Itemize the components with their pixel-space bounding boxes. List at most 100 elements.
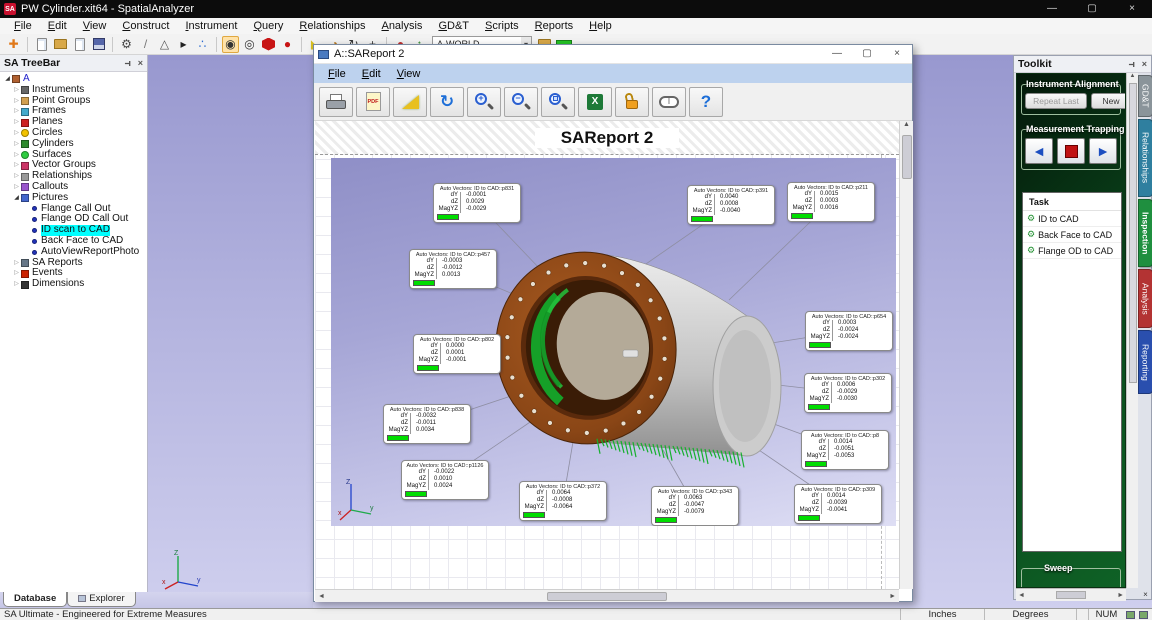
toolkit-tab-relationships[interactable]: Relationships [1138,119,1152,197]
wrench-icon[interactable]: / [137,36,154,53]
vector-callout-p343[interactable]: Auto Vectors: ID to CAD::p343dY0.0063dZ-… [651,486,739,526]
toolkit-horizontal-scrollbar[interactable]: ◄► [1016,588,1126,601]
report-maximize-button[interactable]: ▢ [852,45,882,63]
report-title-bar[interactable]: A::SAReport 2 — ▢ × [314,45,912,64]
tree-item-point-groups[interactable]: ▷Point Groups [0,96,147,107]
add-instrument-icon[interactable]: △ [156,36,173,53]
task-back-face-to-cad[interactable]: ⚙Back Face to CAD [1023,227,1121,243]
menu-item-analysis[interactable]: Analysis [373,18,430,34]
excel-export-button[interactable]: X [578,87,612,117]
task-id-to-cad[interactable]: ⚙ID to CAD [1023,211,1121,227]
lock-button[interactable] [615,87,649,117]
toolkit-tab-gd-t[interactable]: GD&T [1138,75,1152,117]
report-menu-item-file[interactable]: File [320,66,354,82]
tree-item-frames[interactable]: ▷Frames [0,106,147,117]
menu-item-reports[interactable]: Reports [527,18,582,34]
menu-item-view[interactable]: View [75,18,115,34]
tree-collapse-arrow[interactable]: ◢ [3,74,12,85]
report-menu-item-edit[interactable]: Edit [354,66,389,82]
scroll-thumb[interactable] [547,592,667,601]
trap-stop-button[interactable] [1057,138,1085,164]
tree-expand-arrow[interactable]: ▷ [12,258,21,269]
scroll-thumb[interactable] [1056,591,1086,599]
minimize-button[interactable]: — [1032,0,1072,18]
menu-item-instrument[interactable]: Instrument [177,18,245,34]
vector-callout-p372[interactable]: Auto Vectors: ID to CAD::p372dY0.0064dZ-… [519,481,607,521]
scroll-thumb[interactable] [1129,83,1137,383]
pin-icon[interactable]: ┳ [125,61,134,66]
zoom-region-button[interactable] [541,87,575,117]
menu-item-edit[interactable]: Edit [40,18,75,34]
save-icon[interactable] [90,36,107,53]
vector-callout-p391[interactable]: Auto Vectors: ID to CAD::p391dY0.0040dZ0… [687,185,775,225]
tree-expand-arrow[interactable]: ▷ [12,106,21,117]
tree-item-autoviewreportphoto[interactable]: AutoViewReportPhoto [0,247,147,258]
vector-callout-p302[interactable]: Auto Vectors: ID to CAD::p302dY0.0006dZ-… [804,373,892,413]
toolkit-vertical-scrollbar[interactable]: ▲ [1126,73,1138,588]
menu-item-scripts[interactable]: Scripts [477,18,527,34]
tree-item-pictures[interactable]: ◢Pictures [0,193,147,204]
view-wheel-icon[interactable]: ◉ [222,36,239,53]
tree-expand-arrow[interactable]: ▷ [12,160,21,171]
trap-next-button[interactable]: ► [1089,138,1117,164]
tree-collapse-arrow[interactable]: ◢ [12,193,21,204]
trap-previous-button[interactable]: ◄ [1025,138,1053,164]
red-sphere-icon[interactable]: ● [279,36,296,53]
menu-item-relationships[interactable]: Relationships [291,18,373,34]
toolkit-tab-analysis[interactable]: Analysis [1138,269,1152,328]
task-flange-od-to-cad[interactable]: ⚙Flange OD to CAD [1023,243,1121,259]
toolkit-tab-reporting[interactable]: Reporting [1138,330,1152,394]
red-hexagon-icon[interactable] [260,36,277,53]
tree-expand-arrow[interactable]: ▷ [12,139,21,150]
vector-callout-p309[interactable]: Auto Vectors: ID to CAD::p309dY0.0014dZ-… [794,484,882,524]
tree-item-sa-reports[interactable]: ▷SA Reports [0,258,147,269]
tree-expand-arrow[interactable]: ▷ [12,128,21,139]
tree-expand-arrow[interactable]: ▷ [12,279,21,290]
vector-callout-p8[interactable]: Auto Vectors: ID to CAD::p8dY0.0014dZ-0.… [801,430,889,470]
vector-callout-p211[interactable]: Auto Vectors: ID to CAD::p211dY0.0015dZ0… [787,182,875,222]
tree-expand-arrow[interactable]: ▷ [12,268,21,279]
vector-callout-p654[interactable]: Auto Vectors: ID to CAD::p654dY0.0003dZ-… [805,311,893,351]
scroll-thumb[interactable] [902,135,912,179]
import-file-icon[interactable] [71,36,88,53]
help-button[interactable]: ? [689,87,723,117]
report-horizontal-scrollbar[interactable]: ◄► [315,589,899,602]
tree-item-relationships[interactable]: ▷Relationships [0,171,147,182]
tree-expand-arrow[interactable]: ▷ [12,171,21,182]
zoom-in-button[interactable]: + [467,87,501,117]
tree-expand-arrow[interactable]: ▷ [12,96,21,107]
tree-expand-arrow[interactable]: ▷ [12,182,21,193]
tree-expand-arrow[interactable]: ▷ [12,150,21,161]
menu-item-query[interactable]: Query [245,18,291,34]
menu-item-file[interactable]: File [6,18,40,34]
tree-view-icon[interactable]: ∴ [194,36,211,53]
toolkit-tab-inspection[interactable]: Inspection [1138,199,1152,267]
tree-item-callouts[interactable]: ▷Callouts [0,182,147,193]
repeat-last-button[interactable]: Repeat Last [1025,93,1087,109]
print-button[interactable] [319,87,353,117]
tab-explorer[interactable]: Explorer [67,592,135,607]
sa-home-icon[interactable]: ✚ [5,36,22,53]
vector-callout-p1126[interactable]: Auto Vectors: ID to CAD::p1126dY-0.0022d… [401,460,489,500]
zoom-out-button[interactable]: − [504,87,538,117]
pdf-export-button[interactable]: PDF [356,87,390,117]
menu-item-gd-t[interactable]: GD&T [430,18,477,34]
report-vertical-scrollbar[interactable]: ▲ [899,121,913,589]
maximize-button[interactable]: ▢ [1072,0,1112,18]
tab-database[interactable]: Database [3,592,67,607]
report-close-button[interactable]: × [882,45,912,63]
vector-callout-p802[interactable]: Auto Vectors: ID to CAD::p802dY0.0000dZ0… [413,334,501,374]
close-icon[interactable]: × [1140,589,1151,600]
tree-item-dimensions[interactable]: ▷Dimensions [0,279,147,290]
new-file-icon[interactable] [33,36,50,53]
tree-expand-arrow[interactable]: ▷ [12,85,21,96]
vector-callout-p457[interactable]: Auto Vectors: ID to CAD::p457dY-0.0003dZ… [409,249,497,289]
menu-item-help[interactable]: Help [581,18,620,34]
id-scan-to-cad-picture[interactable]: Z x y Auto Vectors: ID to CAD::p831dY-0.… [331,158,896,526]
vector-callout-p838[interactable]: Auto Vectors: ID to CAD::p838dY-0.0032dZ… [383,404,471,444]
report-minimize-button[interactable]: — [822,45,852,63]
measure-button[interactable] [393,87,427,117]
view-orbit-icon[interactable]: ◎ [241,36,258,53]
tree-item-planes[interactable]: ▷Planes [0,117,147,128]
close-button[interactable]: × [1112,0,1152,18]
